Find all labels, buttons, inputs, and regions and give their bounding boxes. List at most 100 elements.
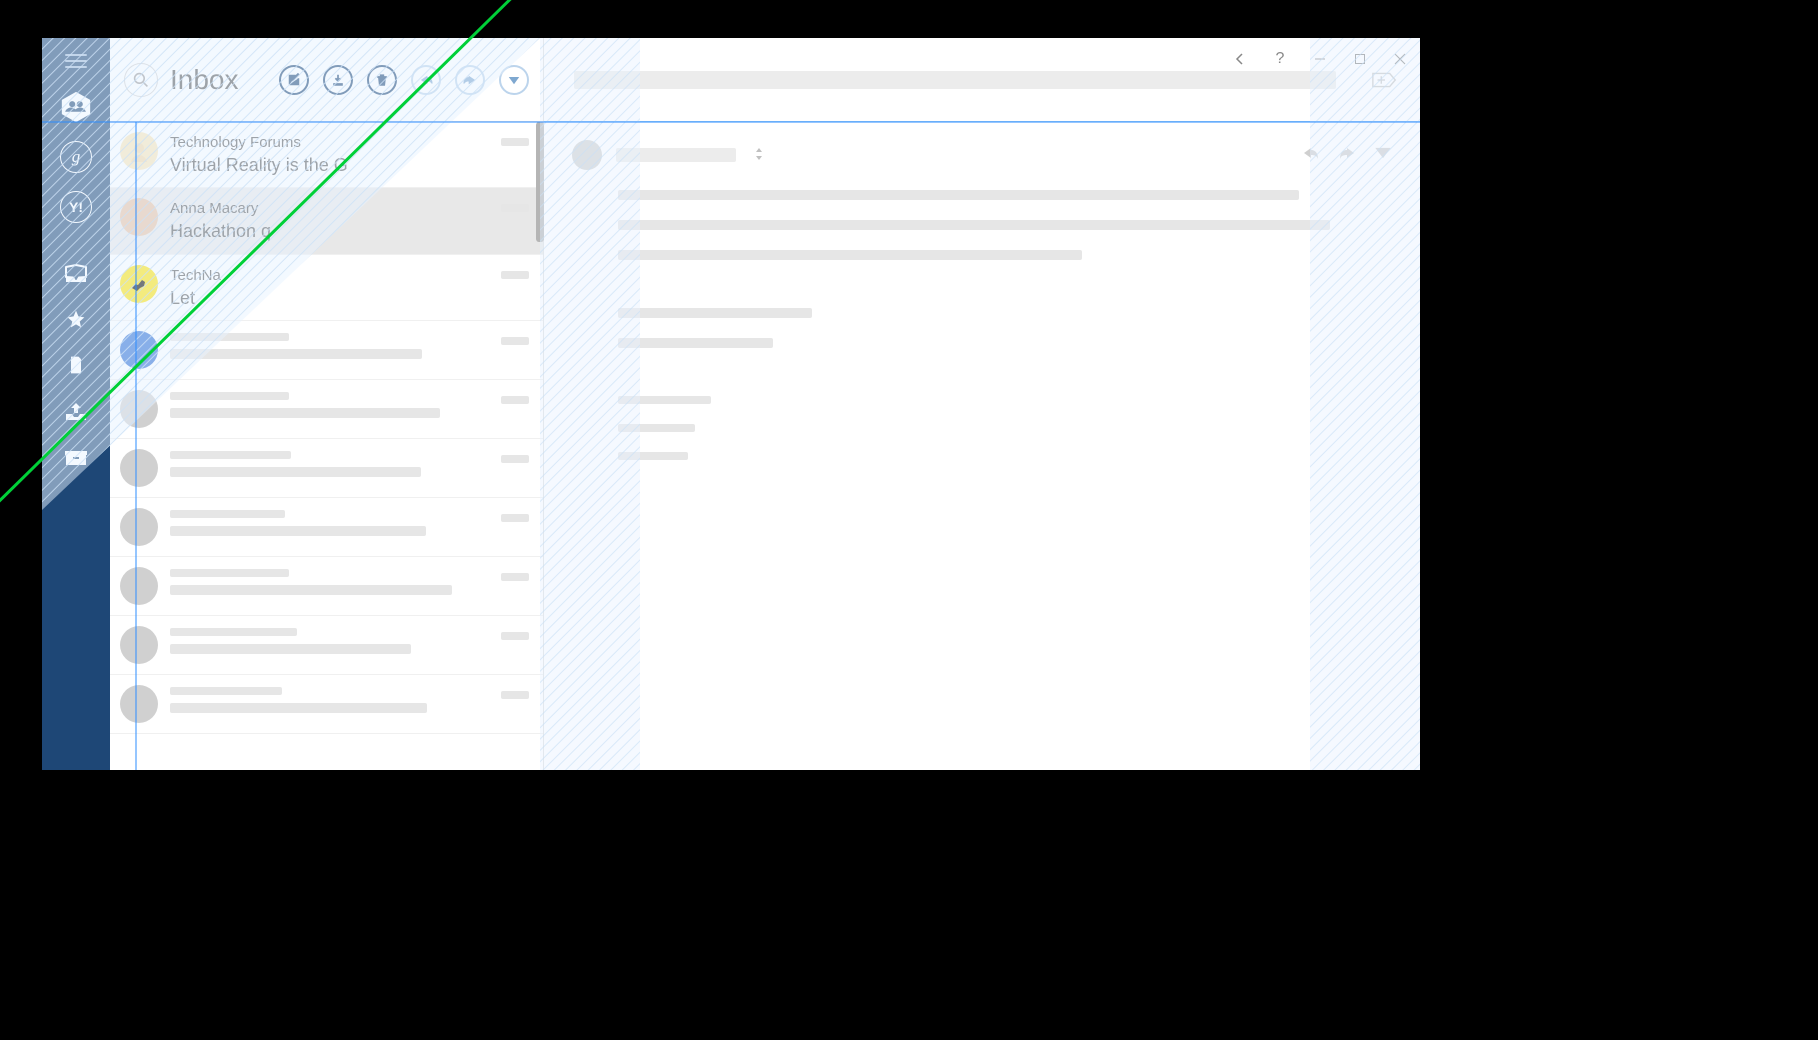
reply-icon [1302,146,1320,160]
message-body [170,567,489,595]
search-button[interactable] [124,63,158,97]
account-yahoo[interactable]: Y! [59,190,93,224]
avatar [120,198,158,236]
avatar [120,449,158,487]
menu-icon [65,54,87,56]
body-line-placeholder [618,452,688,460]
reading-details-toggle[interactable] [754,147,764,164]
maximize-button[interactable] [1340,38,1380,80]
reading-forward-button[interactable] [1338,146,1356,165]
compose-icon [287,73,301,87]
message-item[interactable] [110,498,543,557]
reply-icon [419,73,433,87]
date-placeholder [501,138,529,146]
subject-placeholder [170,526,426,536]
sidebar-item-archive[interactable] [42,434,110,480]
account-google[interactable]: g [59,140,93,174]
message-item[interactable] [110,557,543,616]
sidebar: g Y! [42,38,110,770]
date-placeholder [501,455,529,463]
message-body [170,626,489,654]
help-button[interactable]: ? [1260,38,1300,80]
subject-placeholder [170,349,422,359]
chevron-left-icon [1234,53,1246,65]
message-body: Technology Forums Virtual Reality is the … [170,132,489,177]
menu-button[interactable] [62,46,90,76]
forward-button[interactable] [455,65,485,95]
date-placeholder [501,204,529,212]
message-subject: Virtual Reality is the G [170,154,489,177]
message-body [170,390,489,418]
message-sender: TechNa [170,267,489,285]
outbox-icon [64,401,88,421]
app-window: g Y! Inbox [42,38,1420,770]
sender-placeholder [170,628,297,636]
close-button[interactable] [1380,38,1420,80]
account-common[interactable] [59,90,93,124]
reading-actions [1302,146,1392,165]
message-subject: Hackathon q [170,220,489,243]
avatar [120,508,158,546]
scrollbar-thumb[interactable] [536,122,544,242]
star-icon [64,309,88,329]
reply-button[interactable] [411,65,441,95]
avatar [120,685,158,723]
message-item[interactable] [110,616,543,675]
subject-placeholder [170,467,421,477]
message-item[interactable]: Technology Forums Virtual Reality is the … [110,122,543,188]
message-body [170,449,489,477]
sender-placeholder [170,569,289,577]
message-item[interactable] [110,675,543,734]
hexagon-icon [59,89,93,125]
subject-placeholder [170,644,411,654]
body-line-placeholder [618,338,773,348]
compose-button[interactable] [279,65,309,95]
message-item[interactable]: Anna MacaryHackathon q [110,188,543,254]
body-line-placeholder [618,396,711,404]
caret-down-icon [1374,146,1392,160]
message-list-pane: Inbox Techn [110,38,544,770]
main-area: Inbox Techn [110,38,1420,770]
more-button[interactable] [499,65,529,95]
avatar [120,390,158,428]
message-item[interactable] [110,321,543,380]
message-item[interactable]: TechNaLet [110,255,543,321]
avatar [120,331,158,369]
reading-meta [544,122,1420,180]
back-button[interactable] [1220,38,1260,80]
message-body: TechNaLet [170,265,489,310]
inbox-icon [64,263,88,283]
message-item[interactable] [110,439,543,498]
sidebar-item-inbox[interactable] [42,250,110,296]
date-placeholder [501,337,529,345]
date-placeholder [501,691,529,699]
message-sender: Technology Forums [170,134,489,152]
message-list[interactable]: Technology Forums Virtual Reality is the … [110,122,543,770]
message-body: Anna MacaryHackathon q [170,198,489,243]
window-controls: ? [1220,38,1420,80]
message-item[interactable] [110,380,543,439]
reading-more-button[interactable] [1374,146,1392,165]
reading-from-placeholder [616,148,736,162]
sidebar-item-starred[interactable] [42,296,110,342]
message-body [170,685,489,713]
sidebar-item-drafts[interactable] [42,342,110,388]
download-button[interactable] [323,65,353,95]
subject-placeholder [170,408,440,418]
minimize-button[interactable] [1300,38,1340,80]
sender-placeholder [170,333,289,341]
reading-avatar [572,140,602,170]
avatar [120,265,158,303]
body-line-placeholder [618,424,695,432]
date-placeholder [501,514,529,522]
sender-placeholder [170,392,289,400]
sidebar-item-sent[interactable] [42,388,110,434]
date-placeholder [501,396,529,404]
close-icon [1394,53,1406,65]
delete-button[interactable] [367,65,397,95]
body-line-placeholder [618,220,1330,230]
sort-icon [754,147,764,161]
reading-reply-button[interactable] [1302,146,1320,165]
google-icon: g [60,141,92,173]
reading-pane: ? [544,38,1420,770]
